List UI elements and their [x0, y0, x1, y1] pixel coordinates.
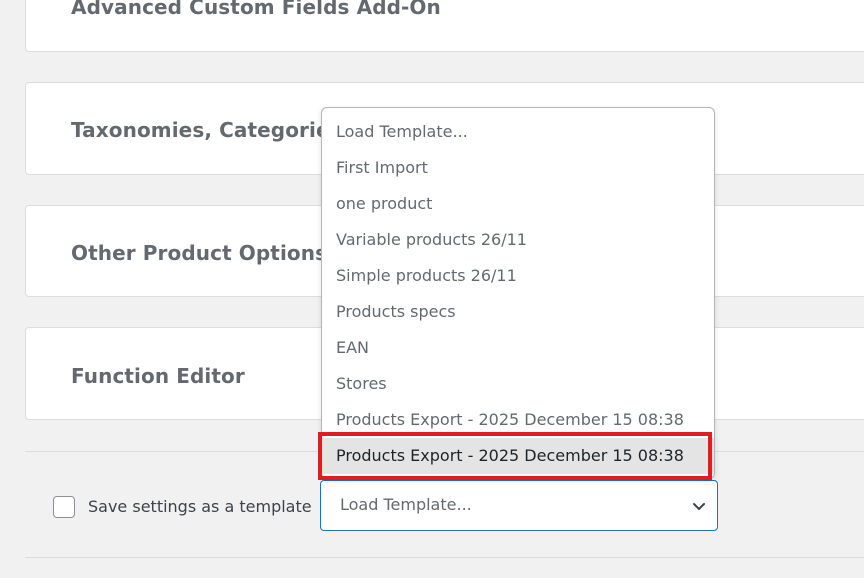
dropdown-option[interactable]: First Import — [322, 150, 714, 186]
function-editor-title: Function Editor — [71, 364, 245, 388]
acf-addon-panel[interactable]: Advanced Custom Fields Add-On — [25, 0, 864, 52]
dropdown-option[interactable]: Stores — [322, 366, 714, 402]
chevron-down-icon — [693, 503, 705, 510]
dropdown-option[interactable]: Load Template... — [322, 114, 714, 150]
other-product-options-title: Other Product Options — [71, 241, 328, 265]
acf-addon-title: Advanced Custom Fields Add-On — [71, 0, 441, 19]
dropdown-option[interactable]: one product — [322, 186, 714, 222]
load-template-select[interactable]: Load Template... — [320, 480, 718, 531]
load-template-select-value: Load Template... — [340, 495, 472, 514]
save-template-checkbox[interactable] — [53, 496, 75, 518]
save-template-label: Save settings as a template — [88, 497, 312, 516]
dropdown-option[interactable]: EAN — [322, 330, 714, 366]
dropdown-option[interactable]: Variable products 26/11 — [322, 222, 714, 258]
dropdown-option[interactable]: Simple products 26/11 — [322, 258, 714, 294]
template-dropdown-list[interactable]: Load Template... First Import one produc… — [321, 107, 715, 479]
dropdown-option[interactable]: Products specs — [322, 294, 714, 330]
divider-bottom — [25, 557, 864, 558]
highlight-annotation-box — [318, 432, 712, 480]
